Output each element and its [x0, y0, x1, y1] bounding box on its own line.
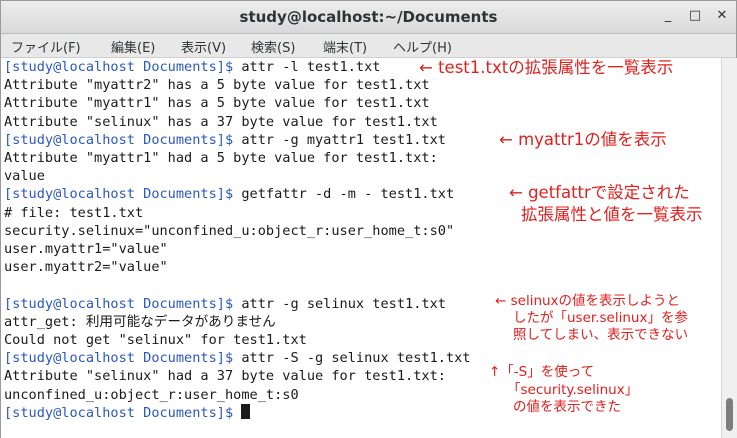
window-title: study@localhost:~/Documents — [239, 8, 498, 26]
annotation-selinux-2: したが「user.selinux」を参 — [513, 310, 688, 326]
output-line: attr_get: 利用可能なデータがありません — [4, 313, 276, 330]
output-line: Attribute "myattr1" had a 5 byte value f… — [4, 150, 438, 166]
command-text: attr -l test1.txt — [233, 59, 381, 75]
command-line: [study@localhost Documents]$ attr -g mya… — [4, 131, 446, 149]
annotation-s-option-2: 「security.selinux」 — [507, 382, 639, 398]
shell-prompt: [study@localhost Documents]$ — [4, 131, 234, 148]
terminal-window: study@localhost:~/Documents _ □ ✕ ファイル(F… — [0, 0, 737, 438]
output-line: # file: test1.txt — [4, 204, 144, 221]
vertical-scrollbar[interactable] — [721, 58, 737, 438]
menu-view[interactable]: 表示(V) — [181, 37, 226, 56]
shell-prompt: [study@localhost Documents]$ — [4, 59, 234, 75]
output-line: user.myattr2="value" — [4, 259, 168, 276]
command-text: attr -g selinux test1.txt — [233, 295, 446, 312]
annotation-attr-list: ← test1.txtの拡張属性を一覧表示 — [419, 58, 674, 77]
output-line: Could not get "selinux" for test1.txt — [4, 332, 307, 348]
output-line: Attribute "myattr2" has a 5 byte value f… — [4, 77, 430, 94]
output-line: Attribute "selinux" had a 37 byte value … — [4, 368, 446, 385]
command-text: attr -S -g selinux test1.txt — [233, 350, 471, 367]
annotation-getfattr-1: ← getfattrで設定された — [509, 183, 690, 202]
command-line: [study@localhost Documents]$ attr -g sel… — [4, 295, 446, 313]
output-line: value — [4, 168, 45, 185]
output-line: unconfined_u:object_r:user_home_t:s0 — [4, 386, 299, 403]
command-line: [study@localhost Documents]$ getfattr -d… — [4, 185, 454, 203]
output-line: Attribute "myattr1" has a 5 byte value f… — [4, 95, 430, 112]
shell-prompt: [study@localhost Documents]$ — [4, 295, 234, 312]
command-line: [study@localhost Documents]$ attr -S -g … — [4, 349, 471, 367]
annotation-s-option-3: の値を表示できた — [513, 399, 621, 415]
output-line: user.myattr1="value" — [4, 241, 168, 257]
minimize-button[interactable]: _ — [657, 6, 679, 26]
text-cursor — [241, 403, 251, 419]
terminal-output[interactable]: [study@localhost Documents]$ attr -l tes… — [1, 58, 721, 438]
scrollbar-thumb[interactable] — [726, 398, 733, 431]
maximize-button[interactable]: □ — [684, 6, 706, 26]
shell-prompt: [study@localhost Documents]$ — [4, 186, 234, 203]
command-text: getfattr -d -m - test1.txt — [233, 186, 455, 203]
menu-file[interactable]: ファイル(F) — [11, 37, 81, 56]
current-prompt-line: [study@localhost Documents]$ — [4, 403, 251, 422]
command-line: [study@localhost Documents]$ attr -l tes… — [4, 58, 380, 76]
annotation-s-option-1: ↑「-S」を使って — [489, 364, 595, 380]
annotation-getfattr-2: 拡張属性と値を一覧表示 — [521, 205, 703, 224]
shell-prompt: [study@localhost Documents]$ — [4, 404, 234, 421]
menu-edit[interactable]: 編集(E) — [111, 37, 155, 56]
annotation-selinux-3: 照してしまい、表示できない — [513, 327, 689, 343]
menu-bar: ファイル(F) 編集(E) 表示(V) 検索(S) 端末(T) ヘルプ(H) — [1, 34, 736, 58]
menu-search[interactable]: 検索(S) — [251, 37, 295, 56]
command-text: attr -g myattr1 test1.txt — [233, 131, 446, 148]
title-bar[interactable]: study@localhost:~/Documents _ □ ✕ — [1, 1, 736, 34]
output-line: Attribute "selinux" has a 37 byte value … — [4, 113, 438, 130]
annotation-selinux-1: ← selinuxの値を表示しようと — [495, 293, 681, 309]
shell-prompt: [study@localhost Documents]$ — [4, 350, 234, 367]
output-line: security.selinux="unconfined_u:object_r:… — [4, 222, 455, 239]
menu-help[interactable]: ヘルプ(H) — [393, 37, 452, 56]
close-button[interactable]: ✕ — [711, 6, 733, 26]
cursor-space — [233, 405, 241, 421]
menu-terminal[interactable]: 端末(T) — [323, 37, 367, 56]
annotation-attr-get: ← myattr1の値を表示 — [499, 130, 667, 149]
